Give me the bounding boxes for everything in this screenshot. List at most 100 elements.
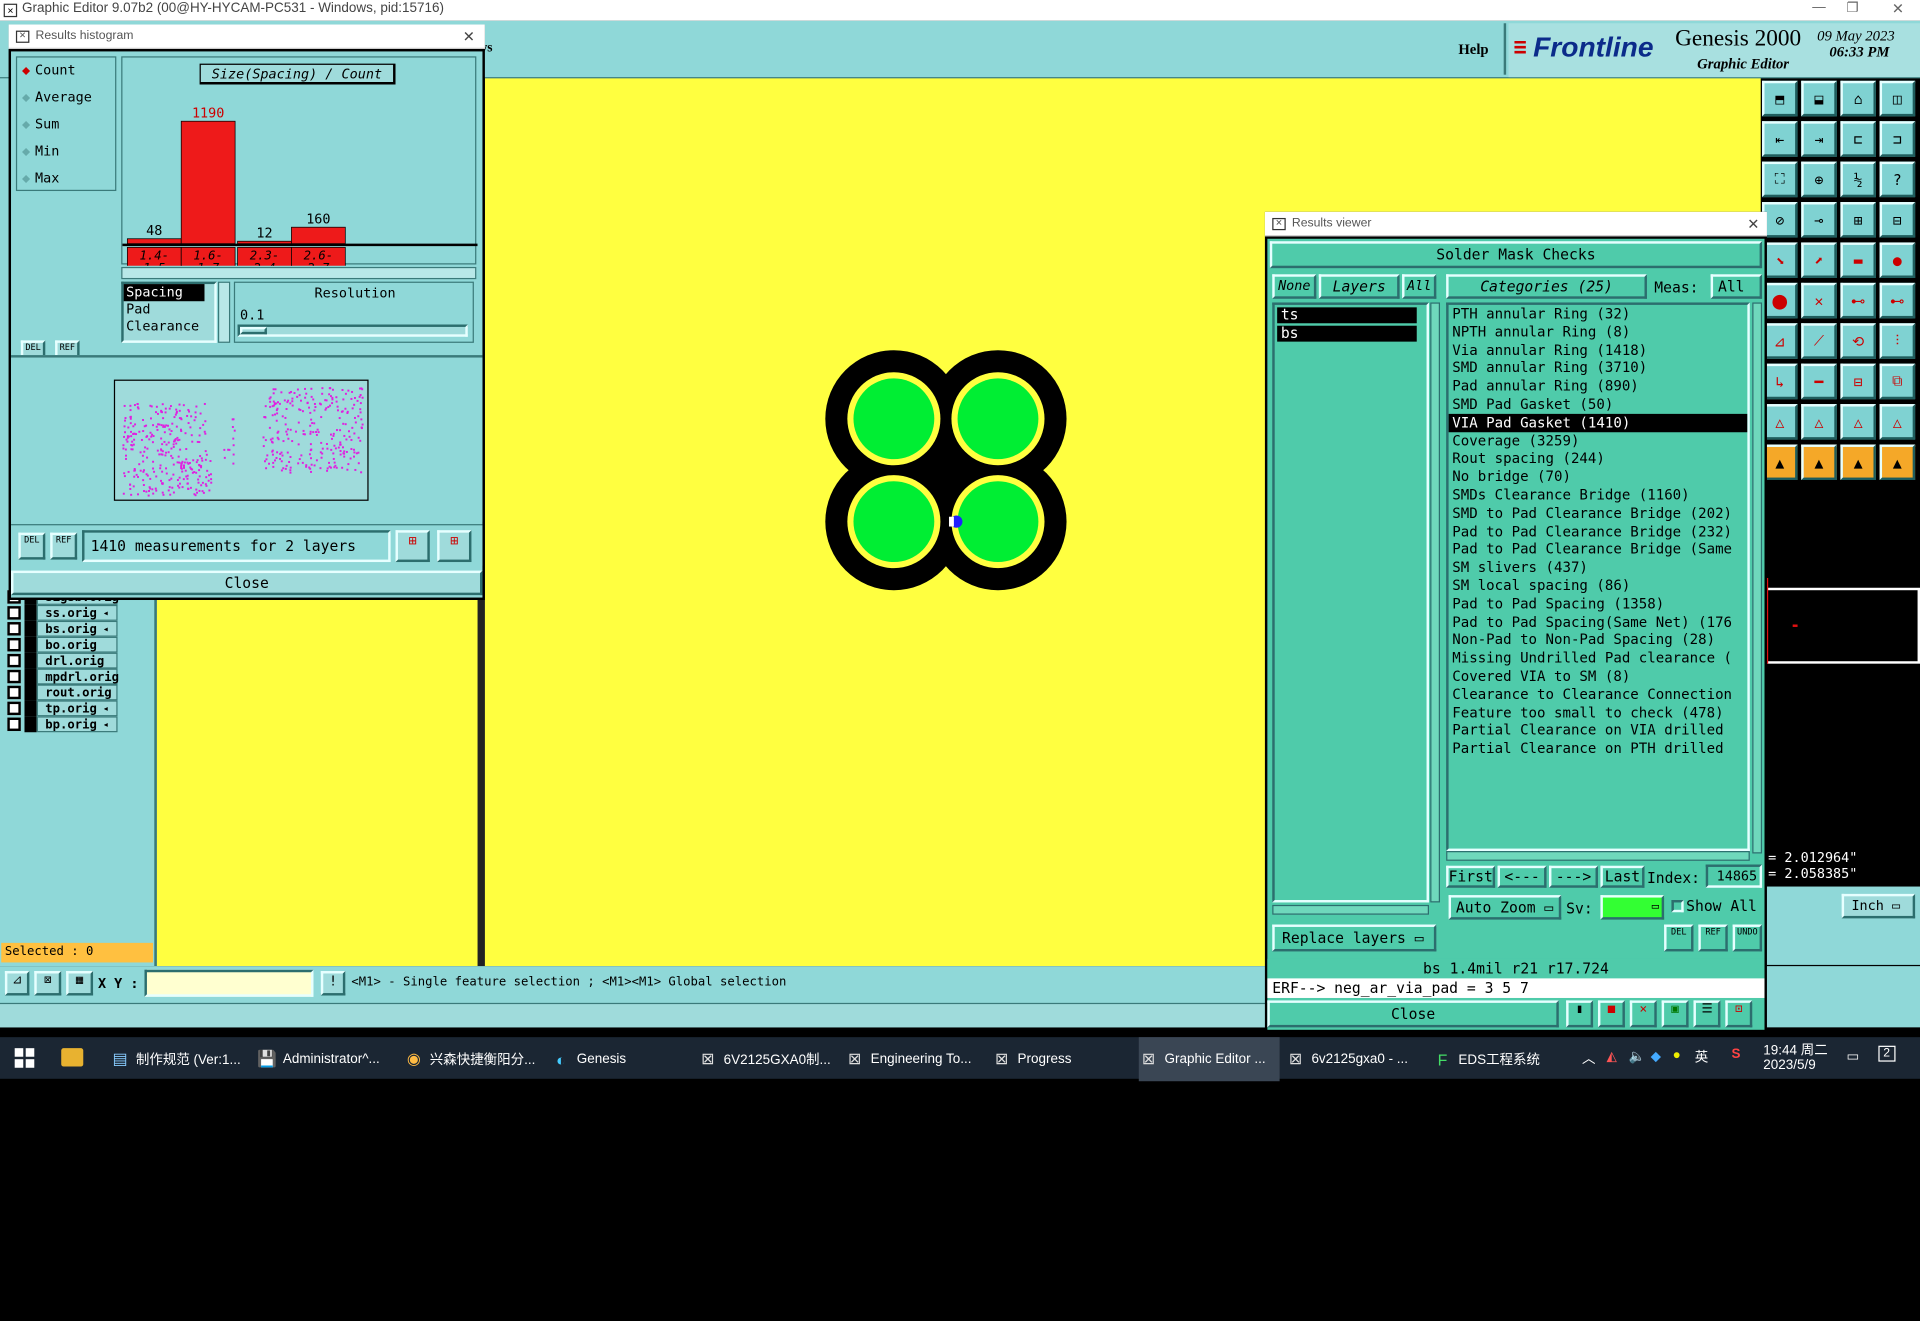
align-icon[interactable]: ⫶ [1879, 323, 1916, 359]
pad-icon[interactable]: ⬤ [1762, 282, 1798, 319]
auto-zoom-dropdown[interactable]: Auto Zoom ▭ [1448, 895, 1562, 920]
category-item[interactable]: PTH annular Ring (32) [1449, 305, 1748, 323]
taskbar-item[interactable]: ⊠ 6v2125gxa0 - ... [1286, 1037, 1427, 1081]
snap-icon[interactable]: ⊐ [1879, 121, 1916, 157]
category-item[interactable]: Missing Undrilled Pad clearance ( [1449, 649, 1748, 667]
layer-row[interactable]: bs.orig ◂ [7, 620, 125, 637]
start-icon[interactable] [14, 1048, 35, 1068]
layer-list-hscroll[interactable] [1272, 904, 1429, 915]
delete-icon[interactable]: ✕ [1801, 282, 1837, 319]
report-icon[interactable]: ☰ [1693, 1000, 1721, 1028]
viewer-del-icon[interactable]: DEL [1664, 924, 1694, 952]
viewer-ref-icon[interactable]: REF [1698, 924, 1728, 952]
scale-icon[interactable]: ½ [1840, 161, 1876, 198]
histogram-bar[interactable] [291, 226, 346, 245]
info-icon[interactable]: ! [320, 971, 346, 996]
result-layer-item[interactable]: bs [1277, 325, 1417, 342]
category-item[interactable]: Non-Pad to Non-Pad Spacing (28) [1449, 631, 1748, 649]
category-item[interactable]: SMDs Clearance Bridge (1160) [1449, 486, 1748, 504]
chart-scrollbar[interactable] [121, 266, 477, 280]
triangle-alt-icon[interactable]: △ [1801, 404, 1837, 440]
select-icon[interactable]: ▲ [1840, 444, 1876, 481]
resolution-slider[interactable] [237, 324, 468, 337]
layer-checkbox[interactable] [7, 701, 21, 716]
step-right-icon[interactable]: ⇥ [1801, 121, 1837, 157]
taskbar-item[interactable]: F EDS工程系统 [1433, 1037, 1574, 1081]
taskbar-item[interactable]: ▤ 制作规范 (Ver:1... [110, 1037, 251, 1081]
shield-icon[interactable]: ◆ [1651, 1048, 1661, 1064]
clip-icon[interactable]: ⊘ [1762, 202, 1798, 238]
route-icon[interactable]: ↳ [1762, 363, 1798, 400]
viewer-close-button[interactable]: Close [1267, 1000, 1559, 1028]
category-item[interactable]: Coverage (3259) [1449, 432, 1748, 450]
file-explorer-icon[interactable] [61, 1048, 84, 1067]
mode-option[interactable]: ◆ Count [22, 62, 76, 78]
edit-icon[interactable]: ⬊ [1762, 242, 1798, 278]
last-button[interactable]: Last [1600, 865, 1645, 888]
tray-face-icon[interactable]: ● [1673, 1048, 1681, 1063]
pointer-icon[interactable]: ▲ [1762, 444, 1798, 481]
bar-icon[interactable]: ━ [1801, 363, 1837, 400]
index-input[interactable]: 14865 [1705, 864, 1763, 888]
grid-alt-icon[interactable]: ⊟ [1879, 202, 1916, 238]
cross-icon[interactable]: ✕ [1629, 1000, 1657, 1028]
histogram-bar[interactable] [237, 240, 292, 245]
category-item[interactable]: VIA Pad Gasket (1410) [1448, 413, 1748, 432]
mini-map[interactable] [1760, 577, 1920, 664]
category-item[interactable]: Partial Clearance on VIA drilled [1449, 722, 1748, 740]
measure-icon[interactable]: ⊠ [34, 971, 62, 996]
mode-option[interactable]: ◆ Max [22, 170, 59, 186]
footer-ref-icon[interactable]: REF [50, 532, 78, 560]
dot-icon[interactable]: ● [1879, 242, 1916, 278]
move-icon[interactable]: ⬈ [1801, 242, 1837, 278]
probe-icon[interactable]: ⊸ [1801, 202, 1837, 238]
layer-row[interactable]: bo.orig [7, 636, 125, 653]
replace-layers-dropdown[interactable]: Replace layers ▭ [1272, 924, 1437, 952]
desktop-icon[interactable]: ▭ [1847, 1048, 1860, 1064]
link-alt-icon[interactable]: ⊷ [1879, 282, 1916, 319]
highlight-icon[interactable]: ▮ [1566, 1000, 1594, 1028]
home-icon[interactable]: ⌂ [1840, 80, 1876, 117]
pointer-alt-icon[interactable]: ▲ [1801, 444, 1837, 481]
next-button[interactable]: ---> [1548, 865, 1598, 888]
meas-dropdown[interactable]: All ▭ [1710, 274, 1763, 315]
param-list[interactable]: Spacing Pad Clearance [121, 281, 217, 343]
tray-app-icon[interactable]: ◭ [1607, 1048, 1617, 1064]
param-item[interactable]: Spacing [123, 284, 205, 302]
layer-checkbox[interactable] [7, 717, 21, 732]
category-item[interactable]: No bridge (70) [1449, 468, 1748, 486]
line-icon[interactable]: ⊿ [1762, 323, 1798, 359]
frame-icon[interactable]: ⊏ [1840, 121, 1876, 157]
unit-dropdown[interactable]: Inch ▭ [1841, 893, 1916, 919]
board-preview[interactable] [113, 379, 369, 501]
categories-tab[interactable]: Categories (25) [1446, 274, 1647, 299]
all-button[interactable]: All [1402, 274, 1437, 299]
category-item[interactable]: Rout spacing (244) [1449, 450, 1748, 468]
center-icon[interactable]: ⊕ [1801, 161, 1837, 198]
category-item[interactable]: Covered VIA to SM (8) [1449, 667, 1748, 685]
category-item[interactable]: Clearance to Clearance Connection [1449, 685, 1748, 703]
layer-checkbox[interactable] [7, 606, 21, 620]
category-item[interactable]: Pad annular Ring (890) [1449, 377, 1748, 395]
layout-icon[interactable]: ◫ [1879, 80, 1916, 117]
category-item[interactable]: Via annular Ring (1418) [1449, 341, 1748, 359]
mode-option[interactable]: ◆ Sum [22, 116, 59, 132]
taskbar-item[interactable]: ⊠ Engineering To... [845, 1037, 986, 1081]
category-item[interactable]: SMD to Pad Clearance Bridge (202) [1449, 504, 1748, 522]
param-item[interactable]: Pad [124, 301, 215, 318]
histogram-close-button[interactable]: Close [11, 570, 483, 596]
layer-result-list[interactable]: ts bs [1272, 302, 1429, 903]
taskbar-item[interactable]: ⊠ 6V2125GXA0制... [698, 1037, 839, 1081]
layer-checkbox[interactable] [7, 685, 21, 700]
show-all-checkbox[interactable] [1671, 900, 1684, 913]
prev-button[interactable]: <--- [1497, 865, 1547, 888]
link-icon[interactable]: ⊷ [1840, 282, 1876, 319]
layer-checkbox[interactable] [7, 637, 21, 652]
fit-icon[interactable]: ⛶ [1762, 161, 1798, 198]
arc-icon[interactable]: △ [1840, 404, 1876, 440]
taskbar-item[interactable]: ◉ 兴森快捷衡阳分... [404, 1037, 545, 1081]
flag-icon[interactable]: ■ [1597, 1000, 1625, 1028]
copy-icon[interactable]: ⧉ [1879, 363, 1916, 400]
histogram-bar[interactable] [126, 238, 182, 245]
none-button[interactable]: None [1272, 274, 1317, 299]
